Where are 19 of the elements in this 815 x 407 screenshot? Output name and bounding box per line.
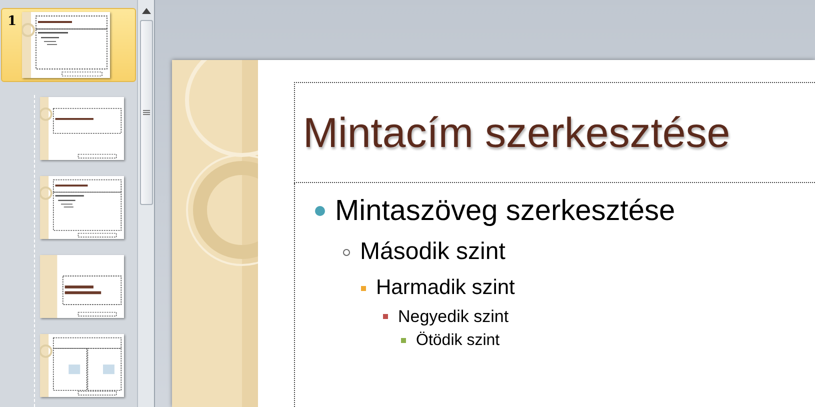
bullet-text: Ötödik szint xyxy=(416,330,500,351)
slide-thumbnail[interactable] xyxy=(40,97,124,160)
scroll-thumb[interactable] xyxy=(140,20,152,205)
bullet-text: Harmadik szint xyxy=(376,275,515,302)
slide-thumbnail-row[interactable]: 1 xyxy=(1,8,136,82)
slide-number: 1 xyxy=(6,13,18,31)
grip-icon xyxy=(142,110,150,115)
body-placeholder[interactable]: Mintaszöveg szerkesztése Második szint Harmadik szint Negyedik szint Ötödik szint xyxy=(294,183,815,407)
bullet-text: Mintaszöveg szerkesztése xyxy=(335,194,676,229)
scroll-up-icon[interactable] xyxy=(142,8,150,14)
slide-thumbnail[interactable] xyxy=(22,12,110,78)
slide-title: Mintacím szerkesztése xyxy=(303,108,730,158)
slide-thumbnail[interactable] xyxy=(40,255,124,318)
slide-thumbnail[interactable] xyxy=(40,176,124,239)
scrollbar[interactable] xyxy=(137,0,154,407)
slide-thumbnail[interactable] xyxy=(40,334,124,397)
bullet-text: Második szint xyxy=(360,237,506,268)
title-placeholder[interactable]: Mintacím szerkesztése xyxy=(294,82,815,183)
bullet-text: Negyedik szint xyxy=(398,306,509,327)
